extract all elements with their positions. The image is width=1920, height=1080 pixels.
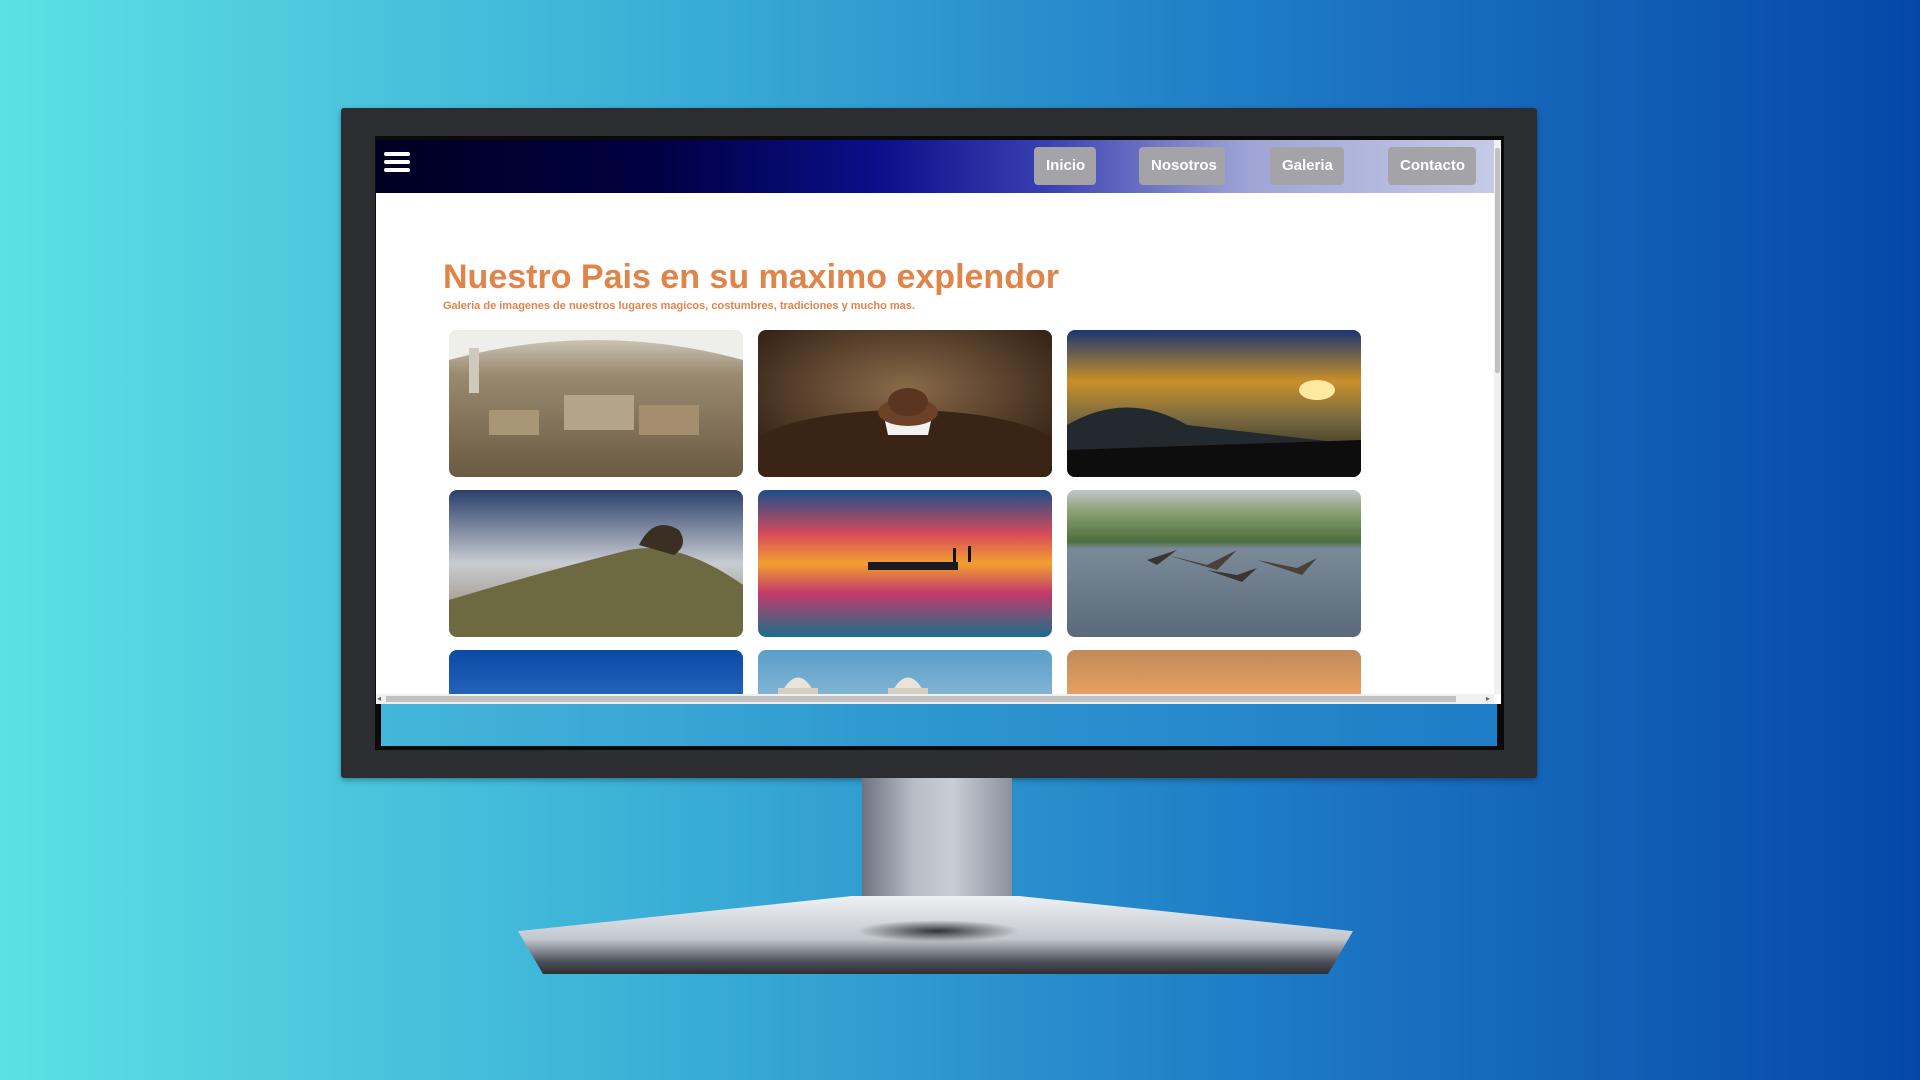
nav-button-inicio[interactable]: Inicio <box>1034 147 1096 185</box>
nav-button-galeria[interactable]: Galeria <box>1270 147 1344 185</box>
site-navbar: Inicio Nosotros Galeria Contacto <box>376 140 1494 193</box>
vertical-scrollbar[interactable] <box>1494 140 1501 694</box>
page-subtitle: Galeria de imagenes de nuestros lugares … <box>443 300 915 312</box>
horizontal-scrollbar[interactable]: ◂ ▸ <box>376 694 1494 704</box>
nav-button-nosotros[interactable]: Nosotros <box>1139 147 1225 185</box>
scroll-left-arrow-icon[interactable]: ◂ <box>377 695 381 703</box>
gallery-image-beach-sunset[interactable] <box>758 490 1052 637</box>
scroll-right-arrow-icon[interactable]: ▸ <box>1486 695 1490 703</box>
gallery-image-rocky-hill[interactable] <box>449 490 743 637</box>
screen-footer-band <box>381 704 1497 746</box>
gallery-image-coffee[interactable] <box>758 330 1052 477</box>
gallery-image-ruins[interactable] <box>449 330 743 477</box>
gallery-image-volcano-sunset[interactable] <box>1067 330 1361 477</box>
vertical-scrollbar-thumb[interactable] <box>1495 148 1500 373</box>
horizontal-scrollbar-thumb[interactable] <box>386 696 1456 702</box>
hamburger-menu-icon[interactable] <box>384 152 410 174</box>
gallery-image-pelicans[interactable] <box>1067 490 1361 637</box>
monitor-stand-joint <box>855 920 1020 942</box>
website-viewport: Inicio Nosotros Galeria Contacto Nuestro… <box>376 140 1501 704</box>
page-title: Nuestro Pais en su maximo explendor <box>443 258 1059 296</box>
nav-button-contacto[interactable]: Contacto <box>1388 147 1476 185</box>
